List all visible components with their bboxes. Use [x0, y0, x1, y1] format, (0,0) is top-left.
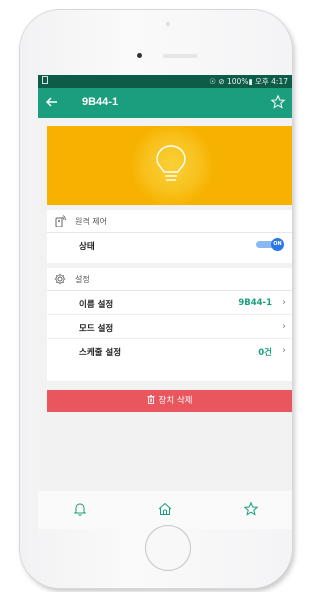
schedule-setting-value: 0건: [258, 348, 272, 358]
remote-control-card: 원격 제어 상태 ON: [47, 210, 292, 263]
earpiece-speaker: [163, 54, 197, 58]
settings-header: 설정: [47, 268, 292, 291]
name-setting-row[interactable]: 이름 설정 9B44-1 ›: [47, 291, 292, 315]
mode-setting-label: 모드 설정: [79, 324, 114, 334]
schedule-setting-label: 스케줄 설정: [79, 348, 122, 358]
sensor-dot: [166, 22, 170, 26]
arrow-left-icon[interactable]: [44, 94, 60, 110]
bottom-navigation: [38, 491, 292, 529]
settings-label: 설정: [75, 275, 90, 284]
hardware-home-button[interactable]: [145, 525, 191, 571]
schedule-setting-row[interactable]: 스케줄 설정 0건 ›: [47, 339, 292, 362]
chevron-right-icon: ›: [282, 297, 286, 308]
remote-control-label: 원격 제어: [75, 217, 107, 226]
chevron-right-icon: ›: [282, 345, 286, 356]
trash-icon: [147, 395, 154, 404]
home-icon[interactable]: [157, 501, 173, 517]
page-title: 9B44-1: [82, 96, 119, 108]
bell-icon[interactable]: [72, 501, 88, 517]
delete-device-button[interactable]: 장치 삭제: [47, 390, 292, 412]
toggle-knob: ON: [271, 238, 284, 251]
power-toggle[interactable]: ON: [256, 238, 284, 251]
name-setting-label: 이름 설정: [79, 300, 114, 310]
name-setting-value: 9B44-1: [238, 298, 272, 308]
mode-setting-row[interactable]: 모드 설정 ›: [47, 315, 292, 339]
remote-control-header: 원격 제어: [47, 210, 292, 233]
app-screen: ☉ ⊘ 100%▮ 오후 4:17 9B44-1 원격 제어 상태 ON 설정 …: [38, 75, 292, 491]
status-text: ☉ ⊘ 100%▮ 오후 4:17: [209, 77, 288, 86]
status-row: 상태 ON: [47, 233, 292, 256]
status-bar: ☉ ⊘ 100%▮ 오후 4:17: [38, 75, 292, 88]
star-outline-icon[interactable]: [270, 94, 286, 110]
gear-icon: [54, 273, 66, 285]
star-icon[interactable]: [243, 501, 259, 517]
front-camera: [137, 53, 142, 58]
remote-control-icon: [55, 215, 66, 227]
lightbulb-icon: [156, 145, 186, 181]
chevron-right-icon: ›: [282, 321, 286, 332]
device-hero-banner: [47, 126, 292, 205]
delete-device-label: 장치 삭제: [158, 396, 193, 406]
status-label: 상태: [79, 242, 95, 252]
settings-card: 설정 이름 설정 9B44-1 › 모드 설정 › 스케줄 설정 0건 ›: [47, 268, 292, 381]
sim-icon: [42, 76, 48, 84]
app-bar: 9B44-1: [38, 88, 292, 118]
